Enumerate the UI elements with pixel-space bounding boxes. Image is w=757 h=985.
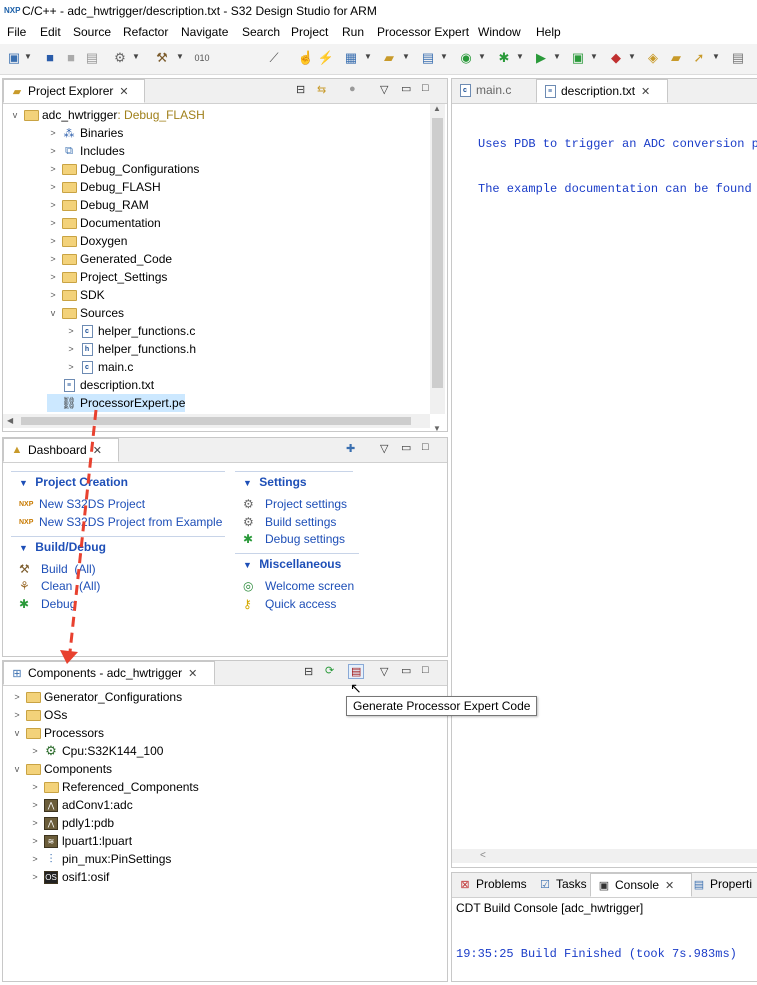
annotation-arrow-head <box>60 650 78 664</box>
annotation-arrow-line <box>68 409 98 653</box>
annotation-arrow <box>60 409 98 664</box>
